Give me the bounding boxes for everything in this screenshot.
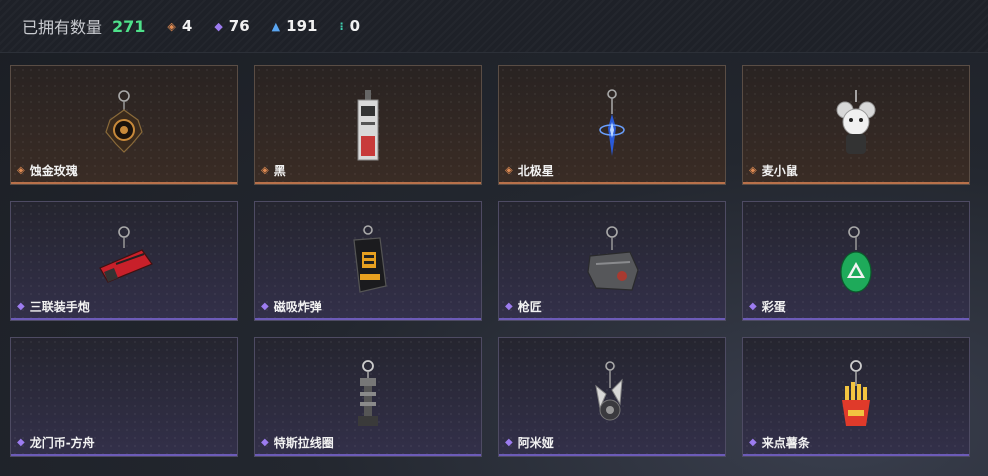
- charm-card-gunsmith[interactable]: ◆ 枪匠: [498, 201, 726, 321]
- rarity-bar: [499, 454, 725, 456]
- polaris-charm-icon: [599, 89, 625, 156]
- charm-name: ◆ 三联装手炮: [17, 298, 90, 315]
- diamond-gold-icon: ◈: [749, 165, 757, 176]
- rarity-bar: [11, 318, 237, 320]
- charm-name-label: 麦小鼠: [761, 164, 798, 178]
- rarity-bar: [11, 182, 237, 184]
- charm-card-tesla-coil[interactable]: ◆ 特斯拉线圈: [254, 337, 482, 457]
- charm-name: ◈ 北极星: [505, 162, 554, 179]
- diamond-gold-icon: ◈: [167, 19, 176, 33]
- blue-tier-count-value: 191: [286, 17, 318, 35]
- diamond-purple-icon: ◆: [505, 301, 513, 312]
- charm-name-label: 枪匠: [517, 300, 542, 314]
- rarity-bar: [743, 454, 969, 456]
- purple-tier-count-value: 76: [228, 17, 250, 35]
- charm-name: ◆ 来点薯条: [749, 434, 810, 451]
- charm-card-easter-egg[interactable]: ◆ 彩蛋: [742, 201, 970, 321]
- hand-cannon-charm-icon: [99, 226, 153, 283]
- rose-charm-icon: [105, 90, 143, 153]
- rarity-bar: [255, 318, 481, 320]
- magnetic-bomb-charm-icon: [353, 225, 387, 293]
- diamond-purple-icon: ◆: [214, 19, 223, 33]
- charm-name: ◆ 彩蛋: [749, 298, 786, 315]
- diamond-purple-icon: ◆: [505, 437, 513, 448]
- charm-grid: ◈ 蚀金玫瑰 ◈ 黑 ◈ 北极星 ◈ 麦小鼠 ◆ 三联装手炮 ◆ 磁吸炸弹 ◆ …: [10, 65, 970, 457]
- rarity-bar: [743, 182, 969, 184]
- gold-tier-count: ◈ 4: [167, 17, 192, 35]
- owned-count: 271: [112, 16, 146, 36]
- rarity-bar: [499, 182, 725, 184]
- blue-tier-count: ▲ 191: [272, 17, 318, 35]
- diamond-purple-icon: ◆: [749, 437, 757, 448]
- charm-name-label: 蚀金玫瑰: [29, 164, 78, 178]
- fries-charm-icon: [842, 360, 870, 426]
- charm-card-hand-cannon[interactable]: ◆ 三联装手炮: [10, 201, 238, 321]
- teal-tier-count: ⁝ 0: [339, 17, 360, 35]
- amiya-charm-icon: [595, 361, 623, 421]
- diamond-purple-icon: ◆: [261, 437, 269, 448]
- diamond-purple-icon: ◆: [17, 437, 25, 448]
- charm-name: ◆ 阿米娅: [505, 434, 554, 451]
- charm-name: ◈ 黑: [261, 162, 286, 179]
- diamond-gold-icon: ◈: [261, 165, 269, 176]
- charm-card-fries[interactable]: ◆ 来点薯条: [742, 337, 970, 457]
- diamond-purple-icon: ◆: [749, 301, 757, 312]
- diamond-purple-icon: ◆: [261, 301, 269, 312]
- charm-name-label: 来点薯条: [761, 436, 810, 450]
- rarity-bar: [255, 182, 481, 184]
- rarity-bar: [499, 318, 725, 320]
- teal-tier-count-value: 0: [349, 17, 361, 35]
- black-tag-charm-icon: [357, 90, 379, 161]
- owned-label: 已拥有数量: [22, 18, 103, 37]
- charm-name: ◆ 龙门币-方舟: [17, 434, 95, 451]
- dots-teal-icon: ⁝: [339, 19, 344, 33]
- mouse-charm-icon: [836, 90, 876, 154]
- charm-name: ◆ 枪匠: [505, 298, 542, 315]
- charm-name: ◆ 特斯拉线圈: [261, 434, 334, 451]
- gold-tier-count-value: 4: [181, 17, 193, 35]
- charm-name-label: 彩蛋: [761, 300, 786, 314]
- charm-name-label: 阿米娅: [517, 436, 554, 450]
- charm-card-amiya[interactable]: ◆ 阿米娅: [498, 337, 726, 457]
- charm-card-black[interactable]: ◈ 黑: [254, 65, 482, 185]
- charm-name: ◈ 麦小鼠: [749, 162, 798, 179]
- easter-egg-charm-icon: [840, 226, 872, 293]
- charm-name: ◈ 蚀金玫瑰: [17, 162, 78, 179]
- charm-name: ◆ 磁吸炸弹: [261, 298, 322, 315]
- charm-card-polaris[interactable]: ◈ 北极星: [498, 65, 726, 185]
- rarity-bar: [11, 454, 237, 456]
- rarity-bar: [255, 454, 481, 456]
- charm-name-label: 三联装手炮: [29, 300, 90, 314]
- charm-card-mouse[interactable]: ◈ 麦小鼠: [742, 65, 970, 185]
- diamond-gold-icon: ◈: [17, 165, 25, 176]
- charm-name-label: 龙门币-方舟: [29, 436, 95, 450]
- charm-name-label: 黑: [273, 164, 286, 178]
- tesla-coil-charm-icon: [358, 360, 378, 426]
- diamond-gold-icon: ◈: [505, 165, 513, 176]
- diamond-blue-icon: ▲: [271, 19, 281, 33]
- charm-card-magnetic-bomb[interactable]: ◆ 磁吸炸弹: [254, 201, 482, 321]
- purple-tier-count: ◆ 76: [214, 17, 249, 35]
- diamond-purple-icon: ◆: [17, 301, 25, 312]
- gunsmith-charm-icon: [587, 226, 639, 291]
- charm-name-label: 北极星: [517, 164, 554, 178]
- charm-name-label: 特斯拉线圈: [273, 436, 334, 450]
- charm-card-rose[interactable]: ◈ 蚀金玫瑰: [10, 65, 238, 185]
- rarity-bar: [743, 318, 969, 320]
- charm-name-label: 磁吸炸弹: [273, 300, 322, 314]
- charm-card-lungmen-coin[interactable]: ◆ 龙门币-方舟: [10, 337, 238, 457]
- collection-summary-bar: 已拥有数量 271 ◈ 4 ◆ 76 ▲ 191 ⁝ 0: [0, 0, 988, 53]
